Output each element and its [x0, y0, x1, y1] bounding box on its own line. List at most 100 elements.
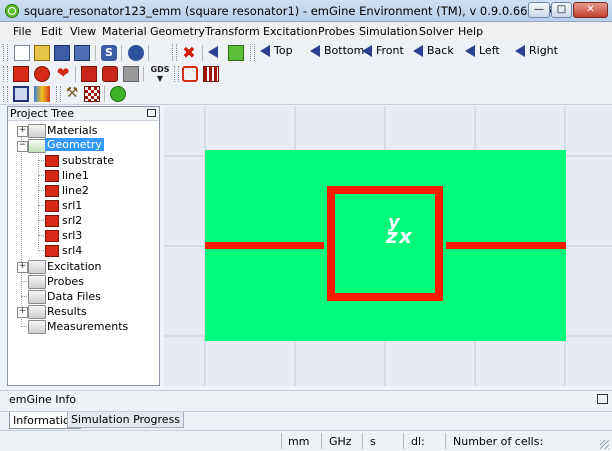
tree-item-geometry[interactable]: − Geometry: [8, 138, 158, 153]
cube-icon: [45, 170, 59, 182]
float-panel-icon[interactable]: [597, 394, 608, 404]
viewport-canvas[interactable]: y z x: [164, 106, 612, 386]
status-bar: mm GHz s dl: Number of cells:: [0, 430, 612, 451]
tree-item-srl4[interactable]: srl4: [8, 243, 158, 257]
box-icon[interactable]: [13, 66, 29, 82]
view-right-button[interactable]: Right: [515, 44, 558, 61]
view-top-button[interactable]: Top: [260, 44, 293, 61]
close-button[interactable]: ✕: [573, 2, 608, 18]
save-as-icon[interactable]: [74, 45, 90, 61]
run-simulation-icon[interactable]: [110, 86, 126, 102]
gds-import-button[interactable]: GDS ▼: [150, 65, 170, 83]
view-back-button[interactable]: Back: [413, 44, 454, 61]
menu-geometry[interactable]: Geometry: [150, 25, 205, 38]
arrow-left-icon: [362, 45, 372, 57]
menu-material[interactable]: Material: [102, 25, 147, 38]
rotate-view-icon[interactable]: [208, 46, 218, 58]
maximize-button[interactable]: □: [551, 2, 572, 18]
axis-x-label: x: [398, 224, 413, 248]
simulation-toolbar: ⚒: [0, 84, 612, 105]
cylinder-icon[interactable]: [102, 66, 118, 82]
main-toolbar: S ✖ Top Bottom Front Back Left Right: [0, 41, 612, 64]
status-dl: dl:: [411, 435, 425, 448]
port-icon[interactable]: [182, 66, 198, 82]
minimize-button[interactable]: —: [528, 2, 550, 18]
tree-item-measurements[interactable]: Measurements: [8, 319, 158, 334]
geometry-viewport[interactable]: y z x: [164, 106, 612, 386]
arrow-left-icon: [260, 45, 270, 57]
delete-icon[interactable]: ✖: [181, 45, 197, 61]
tree-item-results[interactable]: + Results: [8, 304, 158, 319]
tree-item-srl1[interactable]: srl1: [8, 198, 158, 212]
tree-item-srl3[interactable]: srl3: [8, 228, 158, 242]
tree-item-materials[interactable]: + Materials: [8, 123, 158, 138]
tree-item-substrate[interactable]: substrate: [8, 153, 158, 167]
folder-icon: [28, 290, 46, 304]
window-icon[interactable]: [13, 86, 29, 102]
status-frequency-unit: GHz: [329, 435, 352, 448]
folder-icon: [28, 124, 46, 138]
info-dock-title: emGine Info: [9, 393, 77, 406]
menu-help[interactable]: Help: [458, 25, 483, 38]
toolbar-grip[interactable]: [3, 44, 8, 61]
menu-transform[interactable]: Transform: [205, 25, 260, 38]
line1-shape[interactable]: [205, 242, 324, 249]
cube-icon: [45, 230, 59, 242]
new-file-icon[interactable]: [14, 45, 30, 61]
menu-excitation[interactable]: Excitation: [263, 25, 318, 38]
expand-icon[interactable]: +: [17, 126, 28, 137]
expand-icon[interactable]: +: [17, 307, 28, 318]
cube-icon: [45, 245, 59, 257]
menu-edit[interactable]: Edit: [41, 25, 62, 38]
open-folder-icon[interactable]: [34, 45, 50, 61]
tree-item-data-files[interactable]: Data Files: [8, 289, 158, 304]
expand-icon[interactable]: +: [17, 262, 28, 273]
window-title: square_resonator123_emm (square resonato…: [24, 4, 605, 18]
cube-icon: [45, 155, 59, 167]
line2-shape[interactable]: [446, 242, 566, 249]
mesh-icon[interactable]: [203, 66, 219, 82]
menu-file[interactable]: File: [13, 25, 31, 38]
project-tree-header: Project Tree: [8, 107, 159, 121]
open-folder-icon: [28, 139, 46, 153]
title-bar: square_resonator123_emm (square resonato…: [0, 0, 612, 22]
view-bottom-button[interactable]: Bottom: [310, 44, 364, 61]
folder-icon: [28, 260, 46, 274]
tree-item-line2[interactable]: line2: [8, 183, 158, 197]
menu-simulation[interactable]: Simulation: [359, 25, 418, 38]
curve-icon[interactable]: ❤: [55, 66, 71, 82]
tree-item-srl2[interactable]: srl2: [8, 213, 158, 227]
menu-probes[interactable]: Probes: [318, 25, 355, 38]
status-length-unit: mm: [288, 435, 310, 448]
menu-bar: File Edit View Material Geometry Transfo…: [0, 22, 612, 41]
arrow-left-icon: [310, 45, 320, 57]
menu-solver[interactable]: Solver: [419, 25, 454, 38]
wrench-icon[interactable]: ⚒: [64, 86, 80, 102]
menu-view[interactable]: View: [70, 25, 96, 38]
app-logo-icon: [5, 4, 19, 18]
project-tree-title: Project Tree: [10, 107, 75, 120]
resize-grip[interactable]: [600, 440, 609, 449]
arrow-left-icon: [515, 45, 525, 57]
tree-item-line1[interactable]: line1: [8, 168, 158, 182]
folder-icon: [28, 305, 46, 319]
script-icon[interactable]: S: [101, 45, 117, 61]
boolean-icon[interactable]: [123, 66, 139, 82]
folder-icon: [28, 275, 46, 289]
grid-icon[interactable]: [84, 86, 100, 102]
sphere-icon[interactable]: [34, 66, 50, 82]
tab-simulation-progress[interactable]: Simulation Progress: [67, 412, 185, 428]
save-icon[interactable]: [54, 45, 70, 61]
collapse-icon[interactable]: −: [17, 141, 28, 152]
info-icon[interactable]: [128, 45, 144, 61]
material-icon[interactable]: [34, 86, 50, 102]
view-left-button[interactable]: Left: [465, 44, 500, 61]
extrude-icon[interactable]: [81, 66, 97, 82]
view-front-button[interactable]: Front: [362, 44, 404, 61]
fit-view-icon[interactable]: [228, 45, 244, 61]
tree-item-excitation[interactable]: + Excitation: [8, 259, 158, 274]
info-dock: emGine Info Information Simulation Progr…: [0, 390, 612, 430]
float-panel-icon[interactable]: [147, 109, 156, 117]
axis-z-label: z: [385, 224, 398, 248]
tree-item-probes[interactable]: Probes: [8, 274, 158, 289]
